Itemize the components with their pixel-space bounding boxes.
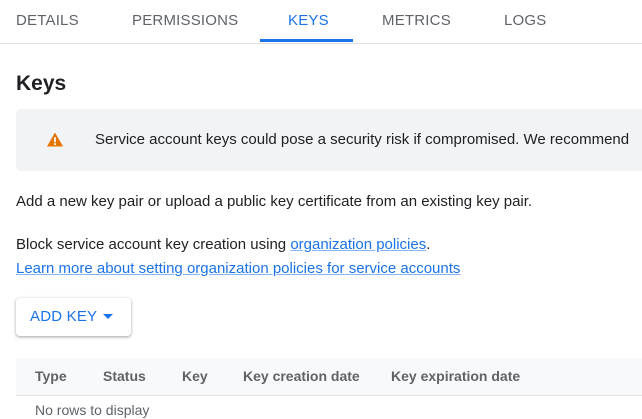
organization-policies-link[interactable]: organization policies (290, 236, 426, 253)
arrow-drop-down-icon (103, 314, 113, 319)
warning-icon (46, 131, 64, 149)
column-header-key[interactable]: Key (182, 368, 208, 384)
security-warning-banner: Service account keys could pose a securi… (16, 109, 642, 171)
table-empty-message: No rows to display (35, 402, 150, 418)
policy-text-suffix: . (426, 236, 431, 253)
tab-permissions[interactable]: PERMISSIONS (132, 0, 238, 42)
add-key-button[interactable]: ADD KEY (16, 298, 131, 336)
intro-text: Add a new key pair or upload a public ke… (16, 193, 533, 210)
tab-details[interactable]: DETAILS (16, 0, 79, 42)
column-header-key-creation-date[interactable]: Key creation date (243, 368, 360, 384)
policy-text: Block service account key creation using… (16, 236, 430, 253)
warning-message: Service account keys could pose a securi… (95, 131, 630, 148)
tab-logs[interactable]: LOGS (504, 0, 546, 42)
add-key-label: ADD KEY (30, 308, 98, 325)
tab-metrics[interactable]: METRICS (382, 0, 451, 42)
policy-text-prefix: Block service account key creation using (16, 236, 291, 253)
column-header-type[interactable]: Type (35, 368, 67, 384)
column-header-status[interactable]: Status (103, 368, 146, 384)
tab-keys[interactable]: KEYS (288, 0, 329, 42)
learn-more-link[interactable]: Learn more about setting organization po… (16, 260, 460, 277)
page-title: Keys (16, 72, 67, 95)
active-tab-indicator (260, 39, 353, 42)
tab-bar: DETAILS PERMISSIONS KEYS METRICS LOGS (0, 0, 642, 44)
service-account-keys-page: DETAILS PERMISSIONS KEYS METRICS LOGS Ke… (0, 0, 642, 419)
column-header-key-expiration-date[interactable]: Key expiration date (391, 368, 520, 384)
keys-table-header: Type Status Key Key creation date Key ex… (16, 358, 642, 396)
